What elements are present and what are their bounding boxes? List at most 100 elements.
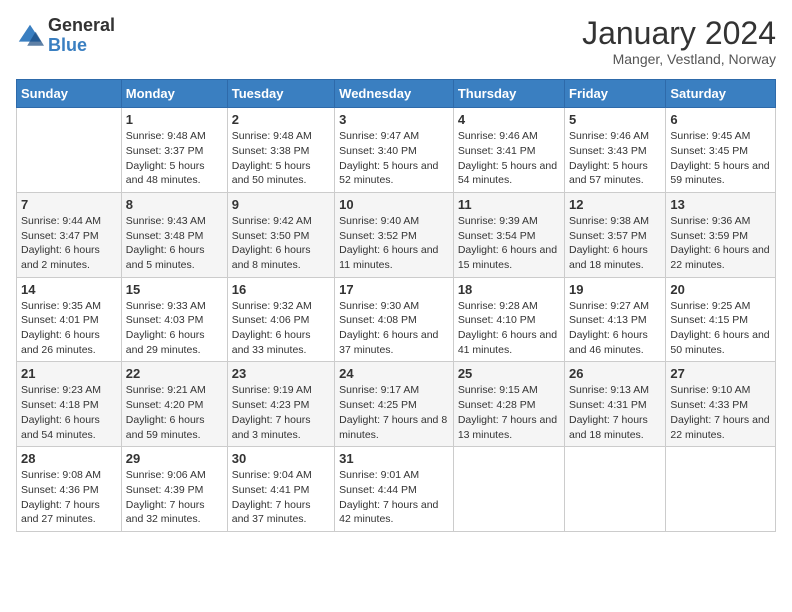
day-cell [453,447,564,532]
day-cell: 24 Sunrise: 9:17 AMSunset: 4:25 PMDayligh… [335,362,454,447]
day-cell: 28 Sunrise: 9:08 AMSunset: 4:36 PMDayligh… [17,447,122,532]
day-info: Sunrise: 9:30 AMSunset: 4:08 PMDaylight:… [339,299,449,358]
day-info: Sunrise: 9:21 AMSunset: 4:20 PMDaylight:… [126,383,223,442]
logo-icon [16,22,44,50]
day-info: Sunrise: 9:48 AMSunset: 3:37 PMDaylight:… [126,129,223,188]
day-cell: 18 Sunrise: 9:28 AMSunset: 4:10 PMDayligh… [453,277,564,362]
header-cell-saturday: Saturday [666,80,776,108]
day-number: 27 [670,366,771,381]
header-cell-friday: Friday [565,80,666,108]
day-cell: 27 Sunrise: 9:10 AMSunset: 4:33 PMDayligh… [666,362,776,447]
logo: General Blue [16,16,115,56]
day-info: Sunrise: 9:42 AMSunset: 3:50 PMDaylight:… [232,214,330,273]
header-cell-wednesday: Wednesday [335,80,454,108]
header: General Blue January 2024 Manger, Vestla… [16,16,776,67]
day-info: Sunrise: 9:39 AMSunset: 3:54 PMDaylight:… [458,214,560,273]
day-info: Sunrise: 9:10 AMSunset: 4:33 PMDaylight:… [670,383,771,442]
day-number: 26 [569,366,661,381]
day-number: 10 [339,197,449,212]
day-info: Sunrise: 9:25 AMSunset: 4:15 PMDaylight:… [670,299,771,358]
day-cell: 21 Sunrise: 9:23 AMSunset: 4:18 PMDayligh… [17,362,122,447]
day-info: Sunrise: 9:19 AMSunset: 4:23 PMDaylight:… [232,383,330,442]
day-cell: 4Sunrise: 9:46 AMSunset: 3:41 PMDaylight… [453,108,564,193]
day-info: Sunrise: 9:33 AMSunset: 4:03 PMDaylight:… [126,299,223,358]
day-number: 30 [232,451,330,466]
day-info: Sunrise: 9:38 AMSunset: 3:57 PMDaylight:… [569,214,661,273]
day-cell: 20Sunrise: 9:25 AMSunset: 4:15 PMDayligh… [666,277,776,362]
day-number: 6 [670,112,771,127]
day-number: 18 [458,282,560,297]
day-cell: 25 Sunrise: 9:15 AMSunset: 4:28 PMDayligh… [453,362,564,447]
day-number: 25 [458,366,560,381]
day-info: Sunrise: 9:46 AMSunset: 3:43 PMDaylight:… [569,129,661,188]
day-cell: 7Sunrise: 9:44 AMSunset: 3:47 PMDaylight… [17,192,122,277]
day-number: 19 [569,282,661,297]
header-cell-tuesday: Tuesday [227,80,334,108]
day-number: 24 [339,366,449,381]
day-cell: 26 Sunrise: 9:13 AMSunset: 4:31 PMDayligh… [565,362,666,447]
day-cell: 6 Sunrise: 9:45 AMSunset: 3:45 PMDaylight… [666,108,776,193]
day-info: Sunrise: 9:45 AMSunset: 3:45 PMDaylight:… [670,129,771,188]
day-cell: 1 Sunrise: 9:48 AMSunset: 3:37 PMDaylight… [121,108,227,193]
day-info: Sunrise: 9:01 AMSunset: 4:44 PMDaylight:… [339,468,449,527]
day-info: Sunrise: 9:13 AMSunset: 4:31 PMDaylight:… [569,383,661,442]
header-cell-sunday: Sunday [17,80,122,108]
week-row-3: 14Sunrise: 9:35 AMSunset: 4:01 PMDayligh… [17,277,776,362]
day-number: 13 [670,197,771,212]
day-cell: 14Sunrise: 9:35 AMSunset: 4:01 PMDayligh… [17,277,122,362]
day-cell: 13 Sunrise: 9:36 AMSunset: 3:59 PMDayligh… [666,192,776,277]
day-cell: 30 Sunrise: 9:04 AMSunset: 4:41 PMDayligh… [227,447,334,532]
day-cell: 17 Sunrise: 9:30 AMSunset: 4:08 PMDayligh… [335,277,454,362]
day-cell: 2 Sunrise: 9:48 AMSunset: 3:38 PMDaylight… [227,108,334,193]
day-cell: 31 Sunrise: 9:01 AMSunset: 4:44 PMDayligh… [335,447,454,532]
day-cell: 23 Sunrise: 9:19 AMSunset: 4:23 PMDayligh… [227,362,334,447]
day-number: 28 [21,451,117,466]
day-info: Sunrise: 9:08 AMSunset: 4:36 PMDaylight:… [21,468,117,527]
day-info: Sunrise: 9:17 AMSunset: 4:25 PMDaylight:… [339,383,449,442]
week-row-1: 1 Sunrise: 9:48 AMSunset: 3:37 PMDaylight… [17,108,776,193]
day-number: 8 [126,197,223,212]
day-number: 14 [21,282,117,297]
day-info: Sunrise: 9:40 AMSunset: 3:52 PMDaylight:… [339,214,449,273]
day-cell: 29 Sunrise: 9:06 AMSunset: 4:39 PMDayligh… [121,447,227,532]
day-info: Sunrise: 9:43 AMSunset: 3:48 PMDaylight:… [126,214,223,273]
day-info: Sunrise: 9:47 AMSunset: 3:40 PMDaylight:… [339,129,449,188]
day-info: Sunrise: 9:28 AMSunset: 4:10 PMDaylight:… [458,299,560,358]
day-number: 9 [232,197,330,212]
header-row: SundayMondayTuesdayWednesdayThursdayFrid… [17,80,776,108]
day-cell: 22 Sunrise: 9:21 AMSunset: 4:20 PMDayligh… [121,362,227,447]
day-cell [666,447,776,532]
day-info: Sunrise: 9:36 AMSunset: 3:59 PMDaylight:… [670,214,771,273]
day-cell: 12 Sunrise: 9:38 AMSunset: 3:57 PMDayligh… [565,192,666,277]
day-info: Sunrise: 9:27 AMSunset: 4:13 PMDaylight:… [569,299,661,358]
day-number: 11 [458,197,560,212]
day-number: 1 [126,112,223,127]
day-info: Sunrise: 9:48 AMSunset: 3:38 PMDaylight:… [232,129,330,188]
day-number: 23 [232,366,330,381]
calendar-table: SundayMondayTuesdayWednesdayThursdayFrid… [16,79,776,532]
day-number: 31 [339,451,449,466]
day-number: 21 [21,366,117,381]
header-cell-thursday: Thursday [453,80,564,108]
day-cell: 19 Sunrise: 9:27 AMSunset: 4:13 PMDayligh… [565,277,666,362]
day-cell: 9 Sunrise: 9:42 AMSunset: 3:50 PMDaylight… [227,192,334,277]
day-cell [17,108,122,193]
day-number: 17 [339,282,449,297]
day-number: 12 [569,197,661,212]
header-cell-monday: Monday [121,80,227,108]
day-number: 2 [232,112,330,127]
day-info: Sunrise: 9:46 AMSunset: 3:41 PMDaylight:… [458,129,560,188]
day-info: Sunrise: 9:06 AMSunset: 4:39 PMDaylight:… [126,468,223,527]
day-cell: 15Sunrise: 9:33 AMSunset: 4:03 PMDayligh… [121,277,227,362]
day-info: Sunrise: 9:23 AMSunset: 4:18 PMDaylight:… [21,383,117,442]
day-info: Sunrise: 9:32 AMSunset: 4:06 PMDaylight:… [232,299,330,358]
logo-general: General [48,16,115,36]
day-number: 22 [126,366,223,381]
day-info: Sunrise: 9:44 AMSunset: 3:47 PMDaylight:… [21,214,117,273]
day-number: 29 [126,451,223,466]
day-cell: 5Sunrise: 9:46 AMSunset: 3:43 PMDaylight… [565,108,666,193]
week-row-5: 28 Sunrise: 9:08 AMSunset: 4:36 PMDayligh… [17,447,776,532]
day-info: Sunrise: 9:04 AMSunset: 4:41 PMDaylight:… [232,468,330,527]
week-row-2: 7Sunrise: 9:44 AMSunset: 3:47 PMDaylight… [17,192,776,277]
day-info: Sunrise: 9:15 AMSunset: 4:28 PMDaylight:… [458,383,560,442]
